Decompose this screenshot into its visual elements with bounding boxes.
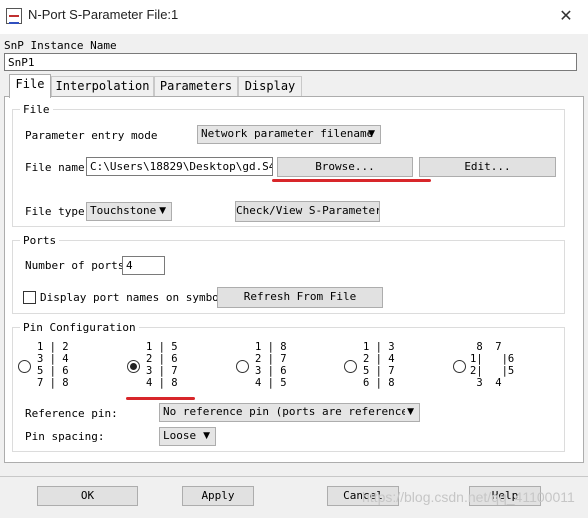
- pin-config-line: 5 | 6: [37, 365, 69, 377]
- pin-config-option-3: 1 | 8 2 | 7 3 | 6 4 | 5: [255, 341, 287, 389]
- app-icon: [6, 8, 22, 24]
- pin-config-line: 8 7: [470, 341, 502, 353]
- pin-config-line: 6 | 8: [363, 377, 395, 389]
- check-view-sparameters-button[interactable]: Check/View S-Parameters: [235, 201, 380, 222]
- pin-config-line: 4 | 5: [255, 377, 287, 389]
- chevron-down-icon: ▼: [405, 404, 414, 420]
- pin-config-line: 2 | 7: [255, 353, 287, 365]
- edit-button[interactable]: Edit...: [419, 157, 556, 177]
- pin-config-line: 1| |6: [470, 353, 515, 365]
- pin-spacing-select[interactable]: Loose ▼: [159, 427, 216, 446]
- apply-button[interactable]: Apply: [182, 486, 254, 506]
- pin-config-line: 4 | 8: [146, 377, 178, 389]
- pin-config-option-5: 8 7 1| |6 2| |5 3 4: [470, 341, 514, 389]
- title-bar: N-Port S-Parameter File:1 ✕: [0, 0, 588, 34]
- pin-config-option-1: 1 | 2 3 | 4 5 | 6 7 | 8: [37, 341, 69, 389]
- reference-pin-value: No reference pin (ports are referenced t: [163, 405, 420, 418]
- refresh-from-file-button[interactable]: Refresh From File: [217, 287, 383, 308]
- pin-config-line: 2 | 6: [146, 353, 178, 365]
- pin-config-radio-5[interactable]: [453, 360, 466, 373]
- pin-config-option-4: 1 | 3 2 | 4 5 | 7 6 | 8: [363, 341, 395, 389]
- file-type-value: Touchstone: [90, 204, 157, 217]
- tab-interpolation[interactable]: Interpolation: [51, 76, 154, 96]
- pin-config-line: 1 | 3: [363, 341, 395, 353]
- display-port-names-checkbox[interactable]: [23, 291, 36, 304]
- chevron-down-icon: ▼: [159, 206, 166, 216]
- pin-config-line: 3 | 4: [37, 353, 69, 365]
- footer-divider: [0, 476, 588, 477]
- file-type-select[interactable]: Touchstone ▼: [86, 202, 172, 221]
- pin-spacing-label: Pin spacing:: [25, 430, 105, 443]
- parameter-entry-mode-label: Parameter entry mode: [25, 129, 158, 142]
- instance-name-label: SnP Instance Name: [4, 39, 117, 52]
- annotation-underline-browse: [272, 179, 431, 182]
- pin-config-line: 1 | 5: [146, 341, 178, 353]
- pin-config-line: 2 | 4: [363, 353, 395, 365]
- pin-config-option-2: 1 | 5 2 | 6 3 | 7 4 | 8: [146, 341, 178, 389]
- pin-config-line: 2| |5: [470, 365, 515, 377]
- pin-config-line: 3 4: [470, 377, 502, 389]
- parameter-entry-mode-select[interactable]: Network parameter filename ▼: [197, 125, 381, 144]
- ports-group-title: Ports: [20, 234, 60, 247]
- pin-config-line: 7 | 8: [37, 377, 69, 389]
- window-title: N-Port S-Parameter File:1: [28, 7, 179, 22]
- pin-config-radio-4[interactable]: [344, 360, 357, 373]
- reference-pin-label: Reference pin:: [25, 407, 118, 420]
- pin-config-line: 3 | 6: [255, 365, 287, 377]
- annotation-underline-pin-config: [126, 397, 195, 400]
- browse-button[interactable]: Browse...: [277, 157, 413, 177]
- close-icon[interactable]: ✕: [548, 2, 584, 30]
- tab-display[interactable]: Display: [238, 76, 302, 96]
- file-name-input[interactable]: C:\Users\18829\Desktop\gd.S4P: [86, 157, 273, 176]
- pin-config-radio-1[interactable]: [18, 360, 31, 373]
- pin-configuration-title: Pin Configuration: [20, 321, 139, 334]
- pin-config-line: 5 | 7: [363, 365, 395, 377]
- tab-parameters[interactable]: Parameters: [154, 76, 238, 96]
- display-port-names-label: Display port names on symbol: [40, 291, 226, 304]
- reference-pin-select[interactable]: No reference pin (ports are referenced t…: [159, 403, 420, 422]
- file-type-label: File type: [25, 205, 85, 218]
- watermark-text: https://blog.csdn.net/qq_41100011: [362, 489, 575, 505]
- number-of-ports-input[interactable]: 4: [122, 256, 165, 275]
- chevron-down-icon: ▼: [368, 129, 375, 139]
- pin-config-radio-3[interactable]: [236, 360, 249, 373]
- number-of-ports-label: Number of ports: [25, 259, 125, 272]
- parameter-entry-mode-value: Network parameter filename: [201, 127, 374, 140]
- file-group-title: File: [20, 103, 53, 116]
- tab-file[interactable]: File: [9, 74, 51, 98]
- pin-spacing-value: Loose: [163, 429, 197, 442]
- pin-config-line: 1 | 8: [255, 341, 287, 353]
- instance-name-input[interactable]: SnP1: [4, 53, 577, 71]
- pin-config-radio-2[interactable]: [127, 360, 140, 373]
- ok-button[interactable]: OK: [37, 486, 138, 506]
- chevron-down-icon: ▼: [203, 431, 210, 441]
- pin-config-line: 3 | 7: [146, 365, 178, 377]
- pin-config-line: 1 | 2: [37, 341, 69, 353]
- file-name-label: File name: [25, 161, 85, 174]
